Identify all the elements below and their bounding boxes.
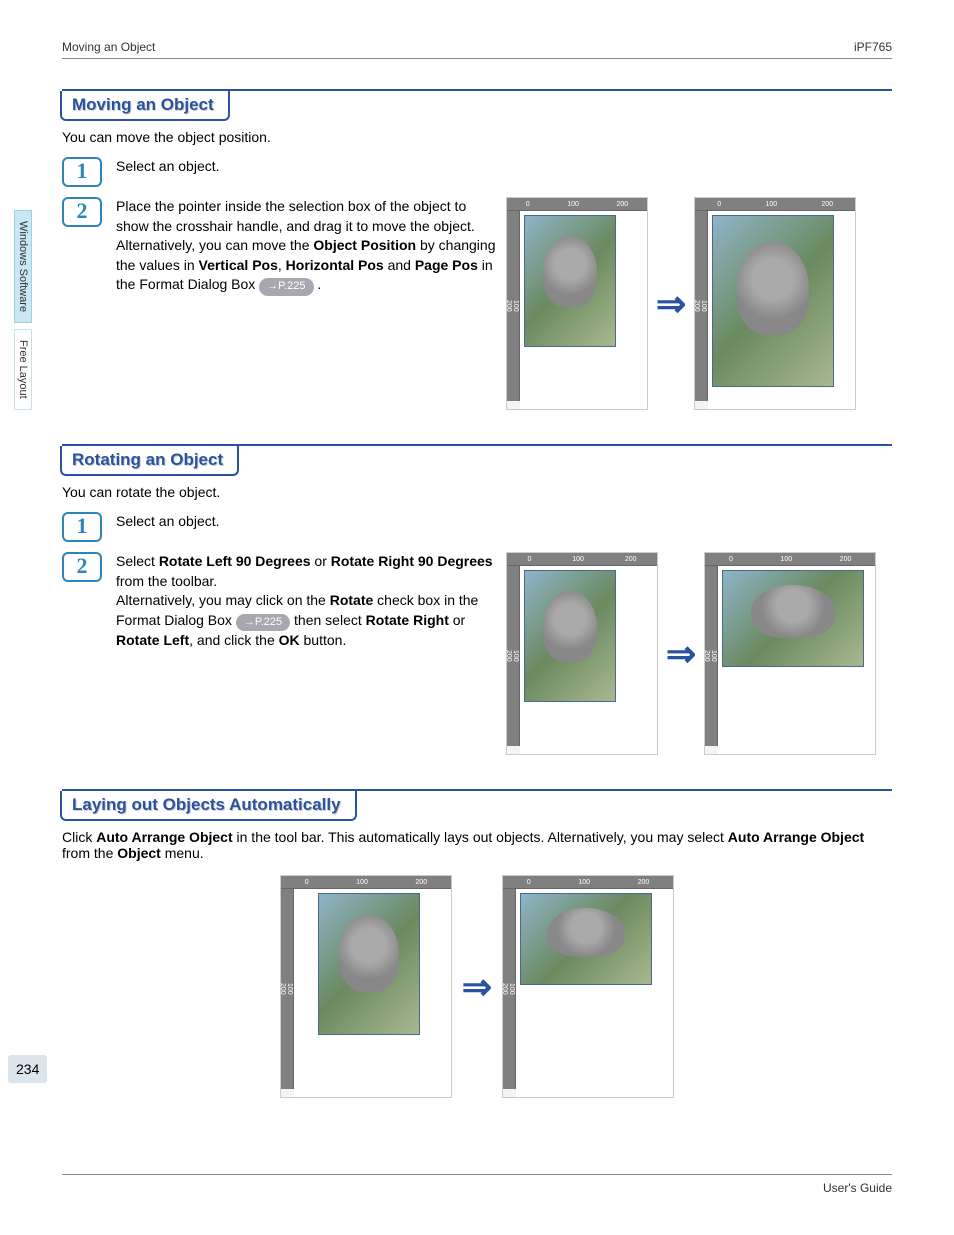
ruler-vertical: 100200300 — [695, 211, 708, 401]
text: Click — [62, 829, 96, 845]
ruler-horizontal: 0100200 — [503, 876, 673, 889]
section-title-moving: Moving an Object — [60, 91, 230, 121]
koala-image — [520, 893, 652, 985]
text: . — [314, 276, 322, 292]
text-bold: Object — [117, 845, 161, 861]
ruler-vertical: 100200300 — [281, 889, 294, 1089]
ruler-horizontal: 0100200 — [695, 198, 855, 211]
text: Place the pointer inside the selection b… — [116, 198, 475, 234]
step-1-moving: 1 Select an object. — [62, 157, 892, 187]
koala-image-rotated — [722, 570, 864, 667]
header-right: iPF765 — [854, 40, 892, 54]
koala-image — [524, 215, 616, 347]
step-1-rotating: 1 Select an object. — [62, 512, 892, 542]
section-intro-rotating: You can rotate the object. — [62, 484, 892, 500]
figure-after: 0100200 100200300 — [694, 197, 856, 410]
arrow-right-icon: ⇒ — [462, 966, 492, 1008]
arrow-right-icon: ⇒ — [666, 633, 696, 675]
section-heading-bar: Moving an Object — [62, 89, 892, 121]
text-bold: Rotate Left — [116, 632, 189, 648]
step-2-rotating: 2 Select Rotate Left 90 Degrees or Rotat… — [62, 552, 892, 755]
section-title-layout: Laying out Objects Automatically — [60, 791, 357, 821]
ruler-vertical: 100200300 — [507, 566, 520, 746]
text: button. — [300, 632, 347, 648]
text-bold: Auto Arrange Object — [96, 829, 232, 845]
koala-image — [524, 570, 616, 702]
text-bold: Rotate — [330, 592, 374, 608]
page-ref-pill[interactable]: →P.225 — [236, 614, 290, 631]
step-number-icon: 2 — [62, 197, 102, 227]
section-moving: Moving an Object You can move the object… — [62, 89, 892, 410]
footer-text: User's Guide — [823, 1181, 892, 1195]
side-tabs: Windows Software Free Layout — [14, 210, 34, 416]
step-number-icon: 2 — [62, 552, 102, 582]
figure-group-layout: 0100200 100200300 ⇒ 0100200 100200300 — [62, 875, 892, 1098]
koala-image — [318, 893, 420, 1035]
text: in the tool bar. This automatically lays… — [233, 829, 728, 845]
arrow-right-icon: ⇒ — [656, 283, 686, 325]
step-text: Select Rotate Left 90 Degrees or Rotate … — [116, 552, 496, 651]
document-page: Moving an Object iPF765 Windows Software… — [0, 0, 954, 1235]
figure-before: 0100200 100200300 — [280, 875, 452, 1098]
ruler-horizontal: 0100200 — [507, 553, 657, 566]
ruler-horizontal: 0100200 — [507, 198, 647, 211]
section-heading-bar: Rotating an Object — [62, 444, 892, 476]
text: Select — [116, 553, 159, 569]
section-rotating: Rotating an Object You can rotate the ob… — [62, 444, 892, 755]
figure-before: 0100200 100200300 — [506, 197, 648, 410]
page-footer: User's Guide — [62, 1174, 892, 1195]
figure-group-moving: 0100200 100200300 ⇒ 0100200 100200300 — [506, 197, 856, 410]
text: or — [449, 612, 465, 628]
ruler-vertical: 100200300 — [705, 566, 718, 746]
page-number-badge: 234 — [8, 1055, 47, 1083]
koala-image — [712, 215, 834, 387]
text-bold: Object Position — [313, 237, 416, 253]
side-tab-free-layout[interactable]: Free Layout — [14, 329, 32, 410]
text-bold: Auto Arrange Object — [728, 829, 864, 845]
section-heading-bar: Laying out Objects Automatically — [62, 789, 892, 821]
figure-before: 0100200 100200300 — [506, 552, 658, 755]
step-text: Place the pointer inside the selection b… — [116, 197, 496, 296]
side-tab-windows-software[interactable]: Windows Software — [14, 210, 32, 323]
text: and — [384, 257, 415, 273]
ruler-horizontal: 0100200 — [281, 876, 451, 889]
text-bold: OK — [279, 632, 300, 648]
text-bold: Rotate Right 90 Degrees — [331, 553, 493, 569]
section-layout-auto: Laying out Objects Automatically Click A… — [62, 789, 892, 1098]
header-left: Moving an Object — [62, 40, 155, 54]
ruler-vertical: 100200300 — [503, 889, 516, 1089]
text: Alternatively, you may click on the — [116, 592, 330, 608]
section-title-rotating: Rotating an Object — [60, 446, 239, 476]
step-2-moving: 2 Place the pointer inside the selection… — [62, 197, 892, 410]
ruler-vertical: 100200300 — [507, 211, 520, 401]
text: or — [311, 553, 331, 569]
text: Alternatively, you can move the — [116, 237, 313, 253]
text-bold: Vertical Pos — [199, 257, 278, 273]
step-number-icon: 1 — [62, 512, 102, 542]
text-bold: Rotate Right — [366, 612, 449, 628]
ruler-horizontal: 0100200 — [705, 553, 875, 566]
step-text: Select an object. — [116, 157, 892, 177]
text: then select — [290, 612, 366, 628]
text: from the toolbar. — [116, 573, 217, 589]
section-intro-layout: Click Auto Arrange Object in the tool ba… — [62, 829, 892, 861]
section-intro-moving: You can move the object position. — [62, 129, 892, 145]
text-bold: Page Pos — [415, 257, 478, 273]
text: , — [278, 257, 286, 273]
page-ref-pill[interactable]: →P.225 — [259, 278, 313, 295]
figure-after: 0100200 100200300 — [704, 552, 876, 755]
text-bold: Rotate Left 90 Degrees — [159, 553, 311, 569]
text-bold: Horizontal Pos — [286, 257, 384, 273]
figure-after: 0100200 100200300 — [502, 875, 674, 1098]
text: from the — [62, 845, 117, 861]
text: menu. — [161, 845, 204, 861]
page-header: Moving an Object iPF765 — [62, 40, 892, 59]
step-text: Select an object. — [116, 512, 892, 532]
figure-group-rotating: 0100200 100200300 ⇒ 0100200 100200300 — [506, 552, 876, 755]
step-number-icon: 1 — [62, 157, 102, 187]
text: , and click the — [189, 632, 279, 648]
